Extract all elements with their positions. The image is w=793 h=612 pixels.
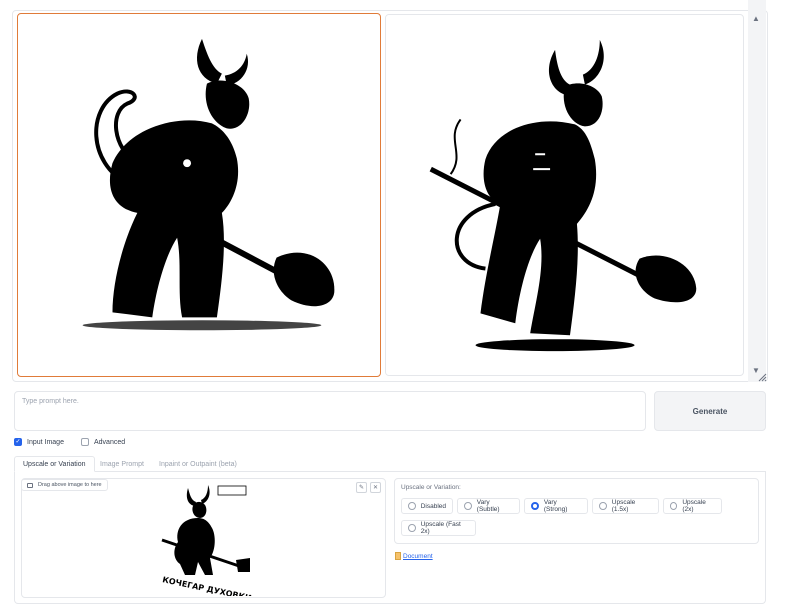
advanced-label: Advanced — [94, 438, 126, 446]
radio-label: Upscale (2x) — [682, 499, 706, 513]
input-image-label: Input Image — [27, 438, 64, 446]
radio-upscale-2x[interactable]: Upscale (2x) — [663, 498, 722, 514]
fooocus-interface: ▲ ▼ Type prompt here. Generate ✓ Input I… — [0, 0, 793, 612]
radio-vary-subtle[interactable]: Vary (Subtle) — [457, 498, 520, 514]
checkbox-checked-icon: ✓ — [14, 438, 22, 446]
advanced-checkbox[interactable]: Advanced — [81, 438, 125, 446]
radio-unselected-icon — [599, 502, 607, 510]
input-image-checkbox[interactable]: ✓ Input Image — [14, 438, 64, 446]
tab-upscale-or-variation[interactable]: Upscale or Variation — [14, 456, 95, 472]
close-icon[interactable]: ✕ — [370, 482, 381, 493]
radio-selected-icon — [531, 502, 539, 510]
radio-label: Disabled — [420, 502, 446, 510]
radio-unselected-icon — [408, 502, 416, 510]
radio-unselected-icon — [464, 502, 472, 510]
gallery-image-2[interactable] — [385, 14, 744, 376]
radio-label: Upscale (Fast 2x) — [420, 521, 461, 535]
resize-handle-icon[interactable] — [757, 372, 767, 382]
radio-vary-strong[interactable]: Vary (Strong) — [524, 498, 588, 514]
input-image-tabs: Upscale or Variation Image Prompt Inpain… — [14, 456, 766, 472]
radio-unselected-icon — [670, 502, 678, 510]
radio-upscale-fast-2x[interactable]: Upscale (Fast 2x) — [401, 520, 476, 536]
dropzone-label: Drag above image to here — [21, 479, 108, 491]
radio-label: Vary (Strong) — [543, 499, 568, 513]
radio-disabled[interactable]: Disabled — [401, 498, 453, 514]
devil-illustration-2 — [386, 15, 697, 375]
document-link-label: Document — [403, 552, 433, 560]
scroll-up-icon[interactable]: ▲ — [752, 14, 760, 23]
uploaded-image: КОЧЕГАР ДУХОВКИ — [161, 485, 253, 596]
checkbox-unchecked-icon — [81, 438, 89, 446]
edit-icon[interactable]: ✎ — [356, 482, 367, 493]
document-icon — [395, 552, 401, 560]
stamp-text: КОЧЕГАР ДУХОВКИ — [162, 575, 253, 596]
radio-label: Upscale (1.5x) — [611, 499, 636, 513]
tab-inpaint-or-outpaint[interactable]: Inpaint or Outpaint (beta) — [159, 456, 237, 472]
prompt-input[interactable]: Type prompt here. — [14, 391, 646, 431]
radio-unselected-icon — [408, 524, 416, 532]
image-icon — [27, 482, 33, 488]
gallery-image-1[interactable] — [17, 13, 381, 377]
generate-button[interactable]: Generate — [654, 391, 766, 431]
upscale-title: Upscale or Variation: — [401, 484, 461, 491]
document-link[interactable]: Document — [395, 552, 433, 560]
radio-label: Vary (Subtle) — [476, 499, 500, 513]
dropzone-label-text: Drag above image to here — [38, 482, 102, 488]
radio-upscale-1-5x[interactable]: Upscale (1.5x) — [592, 498, 659, 514]
devil-illustration-1 — [82, 38, 335, 331]
gallery-scrollbar[interactable] — [748, 0, 766, 382]
tab-image-prompt[interactable]: Image Prompt — [100, 456, 144, 472]
